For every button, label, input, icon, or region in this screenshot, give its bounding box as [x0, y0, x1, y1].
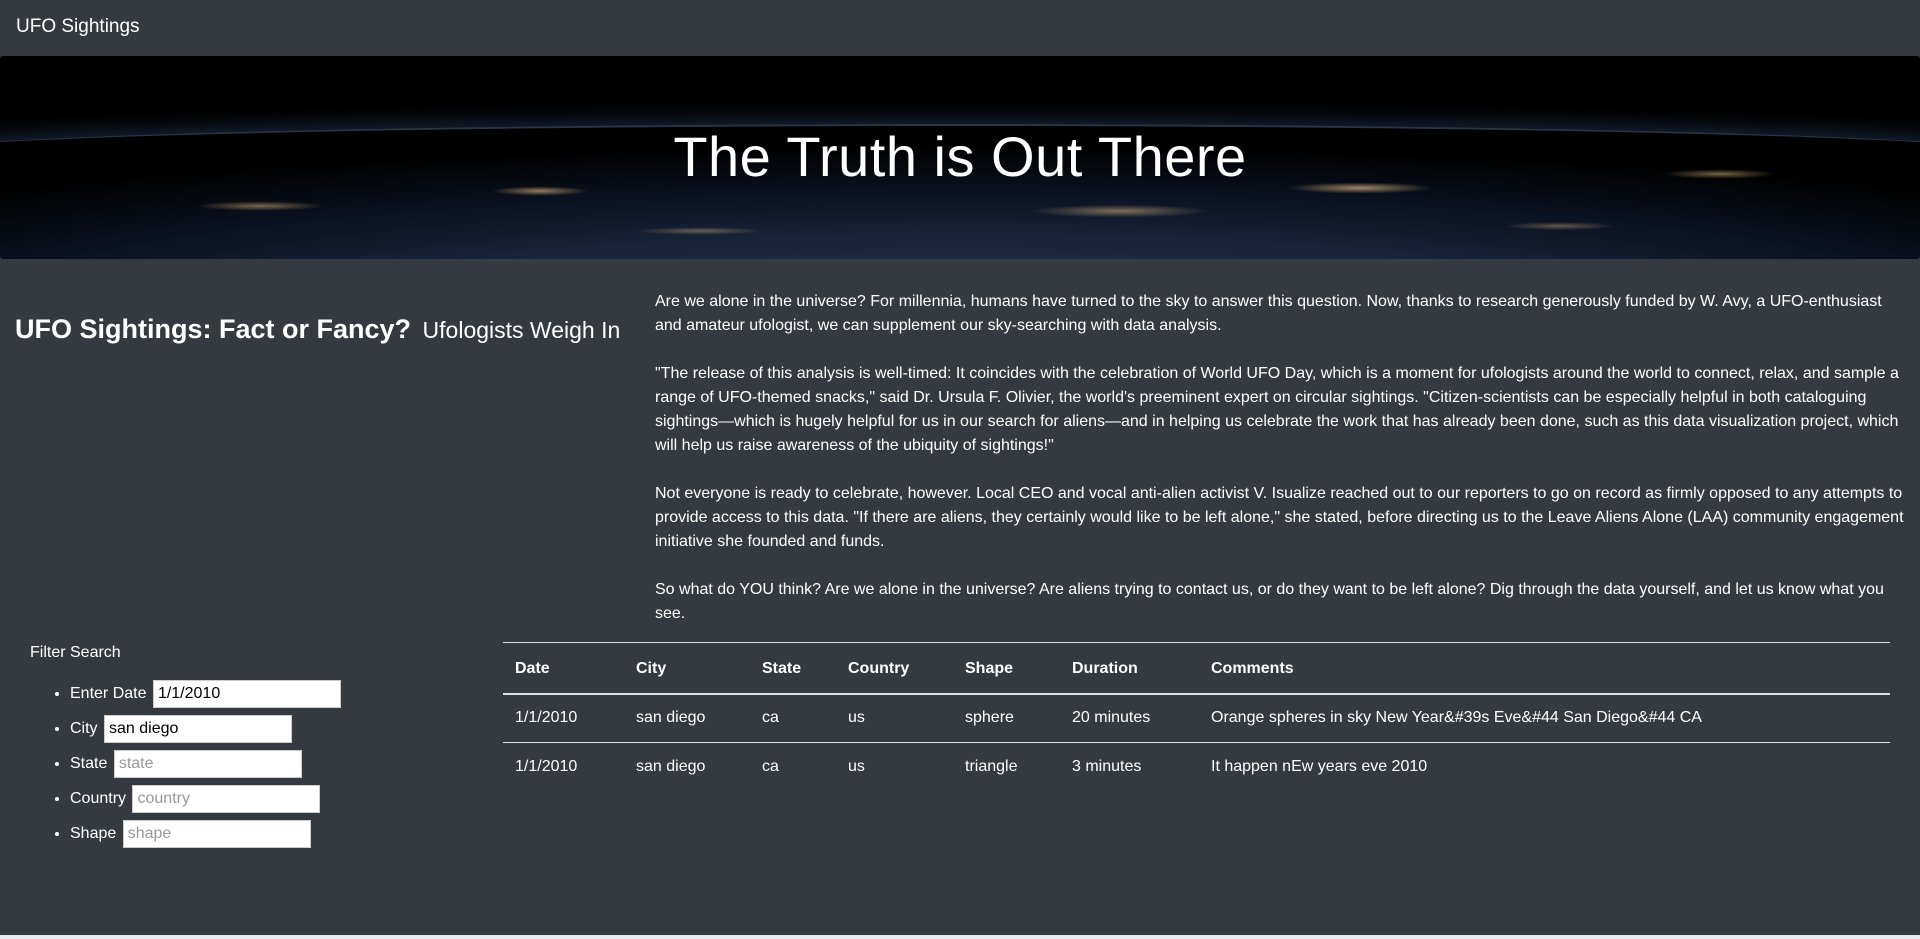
article-title-text: UFO Sightings: Fact or Fancy? — [15, 314, 412, 345]
column-header-state: State — [750, 642, 836, 695]
hero-title: The Truth is Out There — [673, 125, 1247, 188]
shape-input[interactable] — [122, 819, 311, 848]
table-header: Date City State Country Shape Duration C… — [503, 642, 1890, 695]
table-header-row: Date City State Country Shape Duration C… — [503, 642, 1890, 695]
cell-shape: sphere — [965, 709, 1014, 727]
cell-state: ca — [762, 709, 779, 727]
article-paragraph: "The release of this analysis is well-ti… — [655, 365, 1899, 454]
column-header-city: City — [624, 642, 750, 695]
state-input[interactable] — [113, 749, 302, 778]
cell-city: san diego — [624, 742, 750, 792]
filter-item-shape: Shape — [70, 816, 430, 851]
column-header-comments: Comments — [1199, 642, 1890, 695]
cell-duration: 3 minutes — [1060, 742, 1199, 792]
article-paragraph: Not everyone is ready to celebrate, howe… — [655, 485, 1904, 550]
article-title: UFO Sightings: Fact or Fancy? Ufologists… — [15, 314, 620, 345]
filter-item-city: City — [70, 711, 430, 746]
column-header-duration: Duration — [1060, 642, 1199, 695]
city-label: City — [70, 720, 98, 737]
navbar: UFO Sightings — [0, 0, 1920, 56]
date-input[interactable] — [152, 679, 341, 708]
cell-date: 1/1/2010 — [503, 742, 624, 792]
city-input[interactable] — [104, 714, 293, 743]
filter-heading: Filter Search — [30, 644, 121, 661]
filter-list: Enter Date City State Country Shape — [30, 676, 430, 851]
date-label: Enter Date — [70, 685, 147, 702]
article-paragraph: So what do YOU think? Are we alone in th… — [655, 581, 1884, 622]
table-row: 1/1/2010 san diego ca us triangle 3 minu… — [503, 742, 1890, 792]
cell-duration: 20 minutes — [1072, 709, 1151, 727]
column-header-shape: Shape — [953, 642, 1060, 695]
article-subtitle: Ufologists Weigh In — [422, 317, 621, 344]
table-row: 1/1/2010 san diego ca us sphere 20 minut… — [503, 694, 1890, 743]
cell-state: ca — [750, 742, 836, 792]
column-header-country: Country — [836, 642, 953, 695]
filter-panel: Filter Search Enter Date City State Coun… — [30, 644, 430, 851]
country-input[interactable] — [132, 784, 321, 813]
article-paragraph: Are we alone in the universe? For millen… — [655, 293, 1882, 334]
cell-city: san diego — [636, 709, 706, 727]
hero-banner: The Truth is Out There — [0, 56, 1920, 259]
sightings-table-container: Date City State Country Shape Duration C… — [503, 642, 1890, 792]
page-bottom-border — [0, 935, 1920, 939]
sightings-table: Date City State Country Shape Duration C… — [503, 642, 1890, 792]
cell-country: us — [836, 742, 953, 792]
shape-label: Shape — [70, 825, 117, 842]
cell-comments: Orange spheres in sky New Year&#39s Eve&… — [1211, 709, 1702, 727]
filter-item-state: State — [70, 746, 430, 781]
cell-comments: It happen nEw years eve 2010 — [1199, 742, 1890, 792]
filter-item-date: Enter Date — [70, 676, 430, 711]
state-label: State — [70, 755, 108, 772]
cell-date: 1/1/2010 — [515, 709, 578, 727]
filter-item-country: Country — [70, 781, 430, 816]
country-label: Country — [70, 790, 127, 807]
column-header-date: Date — [503, 642, 624, 695]
cell-country: us — [848, 709, 865, 727]
cell-shape: triangle — [953, 742, 1060, 792]
article-body: Are we alone in the universe? For millen… — [655, 290, 1905, 650]
brand-link[interactable]: UFO Sightings — [16, 16, 140, 38]
table-body: 1/1/2010 san diego ca us sphere 20 minut… — [503, 694, 1890, 792]
